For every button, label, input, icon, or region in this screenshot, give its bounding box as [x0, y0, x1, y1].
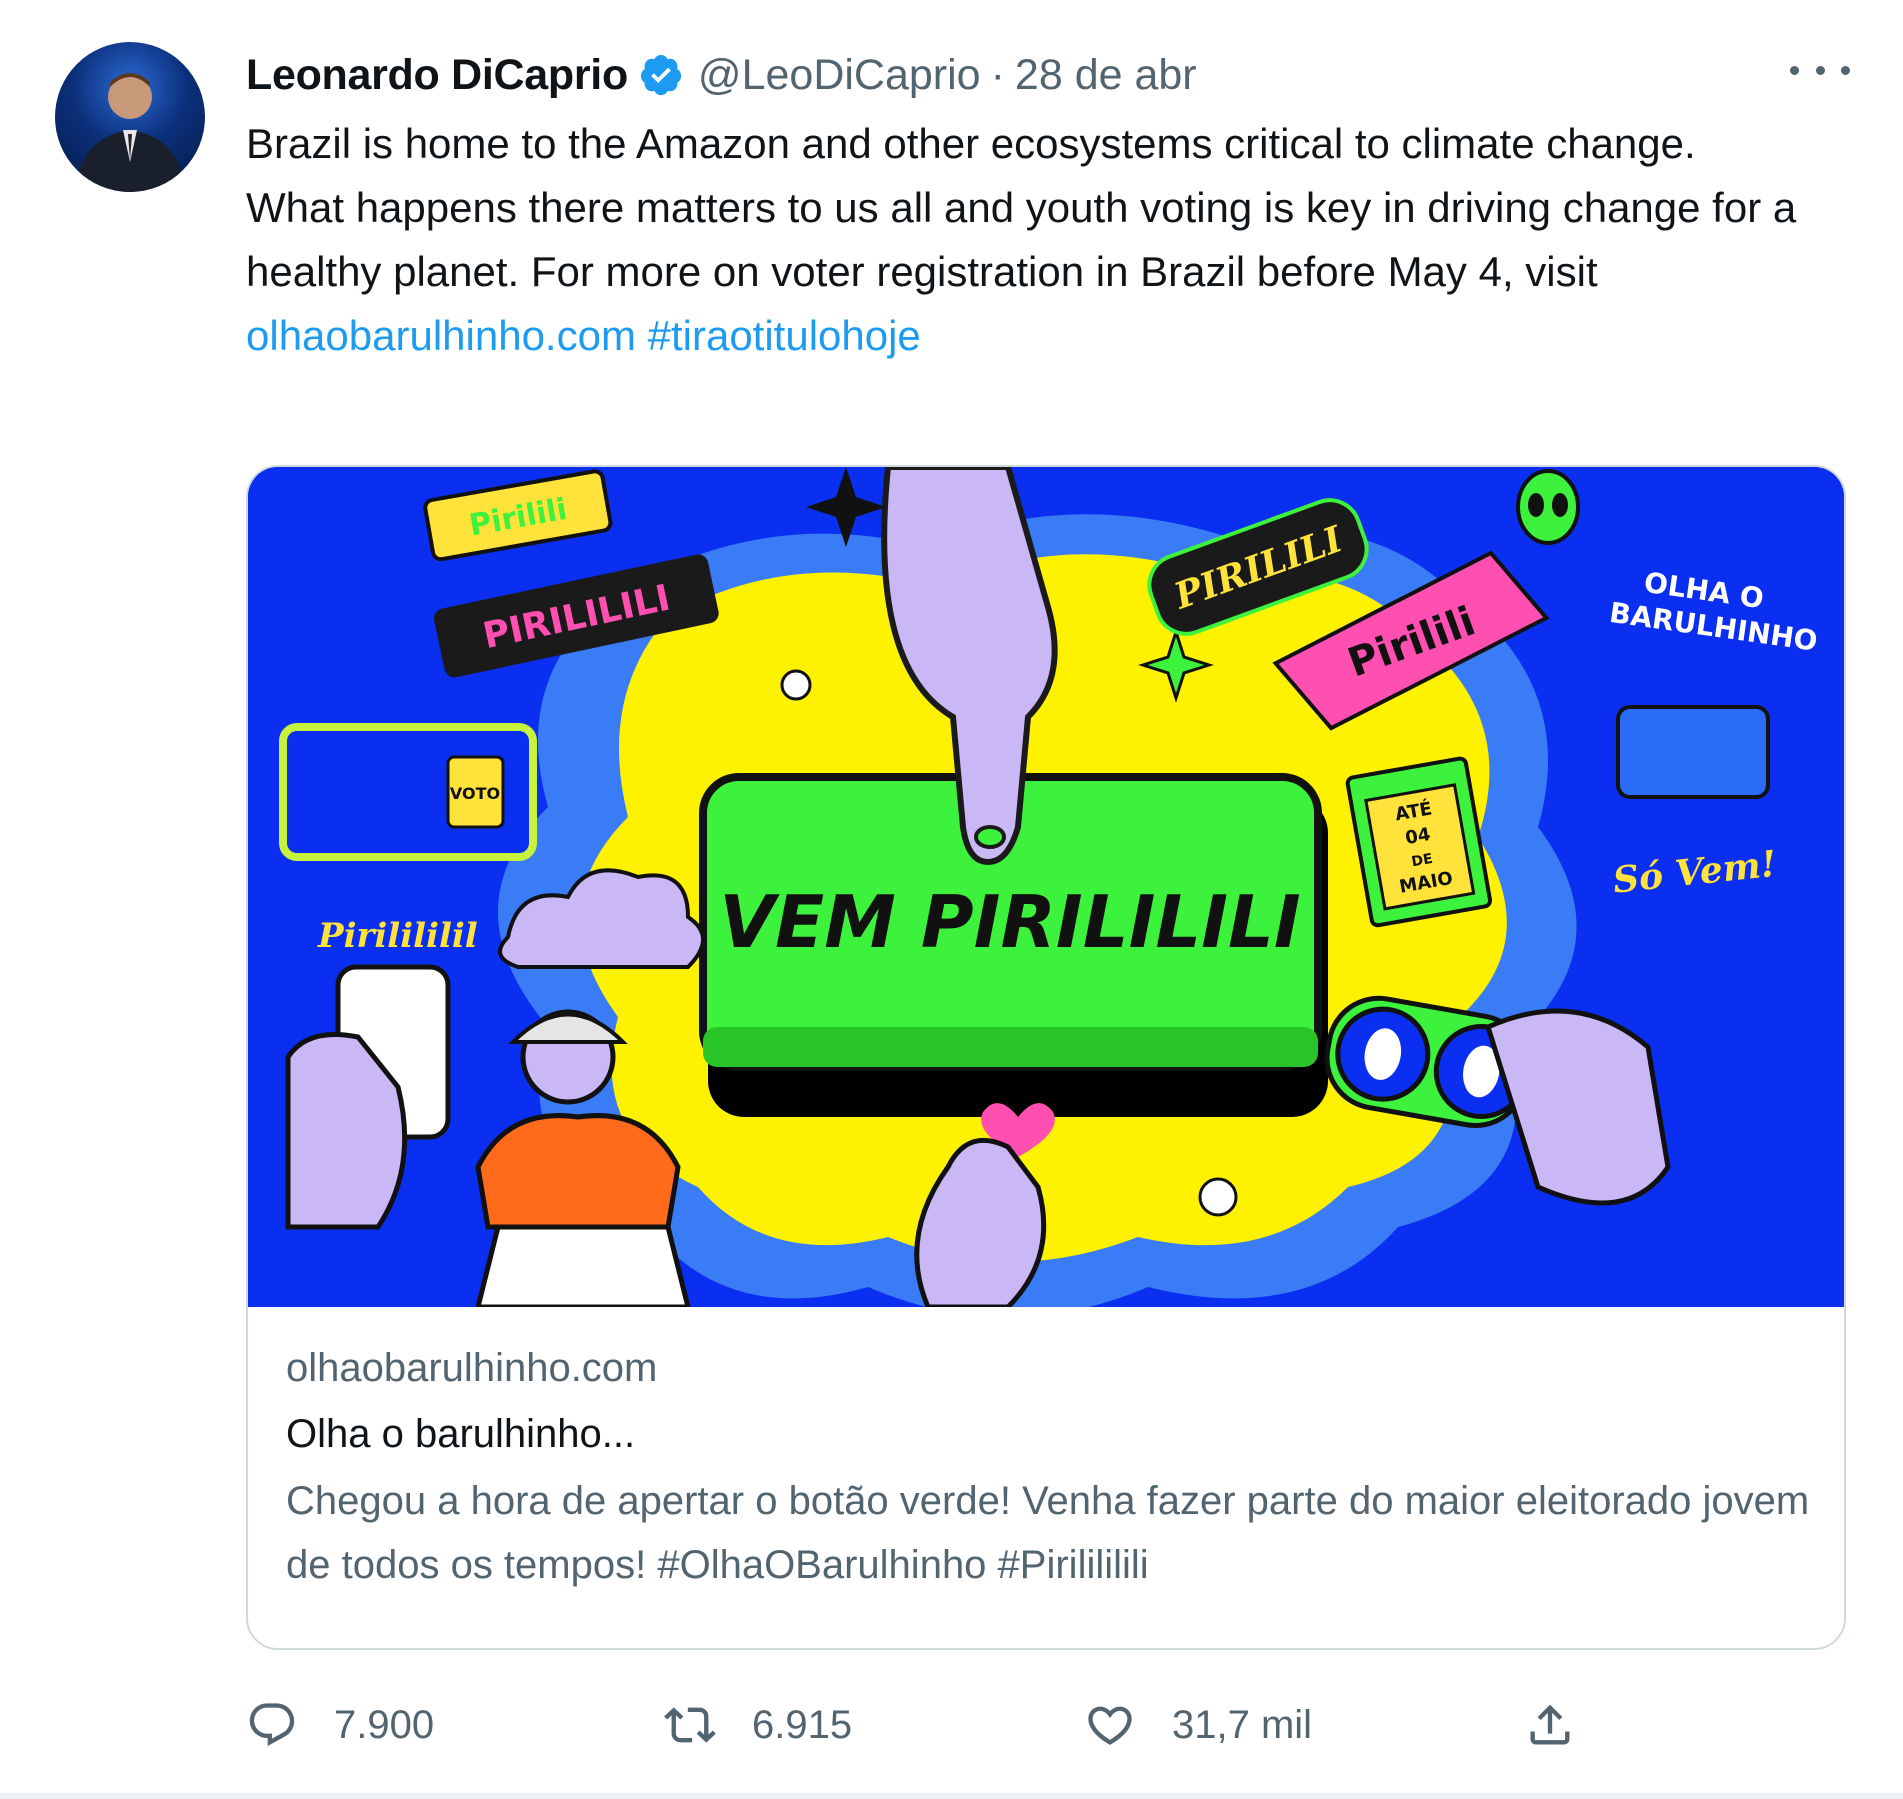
author-handle[interactable]: @LeoDiCaprio — [698, 51, 981, 100]
separator-dot: · — [990, 50, 1005, 99]
retweet-icon — [664, 1707, 716, 1743]
tweet-text-paragraph-2: What happens there matters to us all and… — [246, 176, 1846, 368]
heart-icon — [1088, 1706, 1132, 1745]
card-body: olhaobarulhinho.com Olha o barulhinho...… — [286, 1337, 1816, 1597]
card-domain: olhaobarulhinho.com — [286, 1346, 658, 1390]
tweet-container: Leonardo DiCaprio @LeoDiCaprio · 28 de a… — [0, 0, 1903, 1799]
more-dot — [1815, 65, 1825, 75]
card-illustration: VEM PIRILILILI Pirilili PIRILILILI VOTO … — [248, 467, 1844, 1317]
tweet-date[interactable]: 28 de abr — [1015, 51, 1197, 100]
like-count: 31,7 mil — [1172, 1702, 1313, 1747]
like-button[interactable]: 31,7 mil — [1084, 1695, 1312, 1755]
reply-icon — [249, 1703, 295, 1747]
retweet-count: 6.915 — [752, 1702, 853, 1747]
tweet-text-paragraph-1: Brazil is home to the Amazon and other e… — [246, 120, 1696, 167]
tweet-header: Leonardo DiCaprio @LeoDiCaprio · 28 de a… — [246, 45, 1197, 105]
card-description: Chegou a hora de apertar o botão verde! … — [286, 1479, 1810, 1587]
author-avatar[interactable] — [55, 42, 205, 192]
share-button[interactable] — [1524, 1695, 1576, 1755]
voto-text: VOTO — [450, 784, 500, 803]
link-preview-card[interactable]: VEM PIRILILILI Pirilili PIRILILILI VOTO … — [246, 465, 1846, 1650]
tweet-link[interactable]: olhaobarulhinho.com — [246, 312, 636, 359]
share-icon — [1530, 1704, 1570, 1745]
author-name[interactable]: Leonardo DiCaprio — [246, 51, 628, 100]
date-04-text: 04 — [1404, 824, 1432, 849]
button-text: VEM PIRILILILI — [719, 880, 1300, 964]
sticker-text-3: Pirilililil — [317, 916, 478, 956]
card-title: Olha o barulhinho... — [286, 1412, 636, 1456]
more-dot — [1790, 65, 1799, 75]
reply-count: 7.900 — [334, 1702, 435, 1747]
tweet-text-body: What happens there matters to us all and… — [246, 184, 1797, 295]
tweet-hashtag[interactable]: #tiraotitulohoje — [648, 312, 921, 359]
more-dots-icon[interactable] — [1790, 50, 1850, 90]
more-dot — [1841, 65, 1850, 75]
verified-badge-icon — [640, 54, 682, 96]
avatar-photo — [75, 73, 185, 192]
tweet-text: Brazil is home to the Amazon and other e… — [246, 112, 1846, 368]
reply-button[interactable]: 7.900 — [246, 1695, 434, 1755]
tweet-actions: 7.900 6.915 31,7 mil — [246, 1695, 1846, 1755]
card-image[interactable]: VEM PIRILILILI Pirilili PIRILILILI VOTO … — [248, 467, 1844, 1317]
retweet-button[interactable]: 6.915 — [664, 1695, 852, 1755]
